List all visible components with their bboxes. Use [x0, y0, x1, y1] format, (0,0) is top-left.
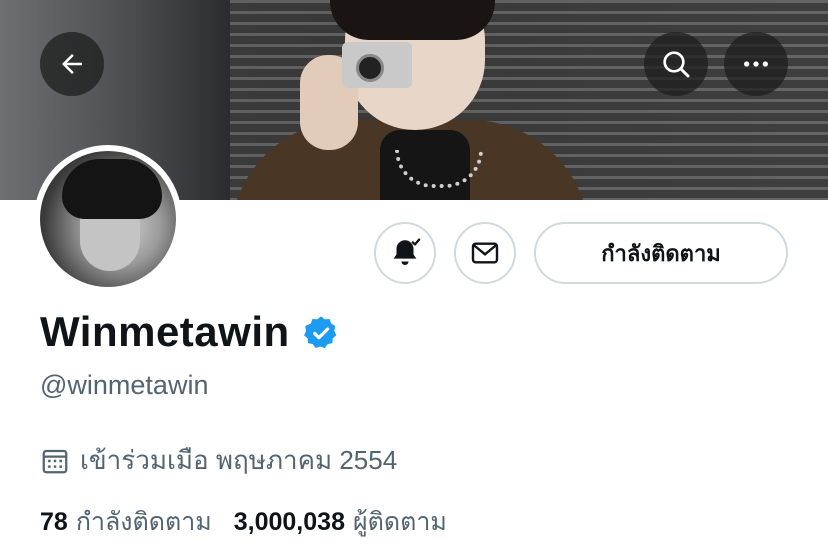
more-horizontal-icon	[744, 61, 768, 67]
avatar[interactable]	[34, 145, 182, 293]
bell-check-icon	[393, 238, 421, 266]
following-button[interactable]: กำลังติดตาม	[534, 222, 788, 284]
banner-person-hair	[330, 0, 495, 40]
search-icon	[663, 51, 690, 78]
calendar-icon	[42, 449, 68, 473]
arrow-left-icon	[62, 54, 82, 74]
following-count: 78	[40, 508, 68, 536]
joined-date: เข้าร่วมเมือ พฤษภาคม 2554	[40, 440, 397, 481]
search-button[interactable]	[644, 32, 708, 96]
display-name-row: Winmetawin	[40, 308, 340, 356]
display-name: Winmetawin	[40, 308, 290, 355]
verified-badge-icon	[303, 316, 336, 349]
banner-camera-lens	[356, 54, 384, 82]
following-link[interactable]: 78 กำลังติดตาม	[40, 502, 212, 542]
followers-link[interactable]: 3,000,038 ผู้ติดตาม	[234, 502, 447, 542]
message-button[interactable]	[454, 222, 516, 284]
followers-label: ผู้ติดตาม	[352, 508, 447, 536]
more-options-button[interactable]	[724, 32, 788, 96]
notifications-button[interactable]	[374, 222, 436, 284]
following-label: กำลังติดตาม	[75, 508, 212, 536]
follow-stats: 78 กำลังติดตาม 3,000,038 ผู้ติดตาม	[40, 502, 447, 542]
back-button[interactable]	[40, 32, 104, 96]
user-handle: @winmetawin	[40, 370, 209, 400]
avatar-image	[40, 151, 176, 287]
followers-count: 3,000,038	[233, 508, 345, 536]
avatar-hair	[62, 159, 162, 219]
mail-icon	[471, 242, 499, 264]
joined-text: เข้าร่วมเมือ พฤษภาคม 2554	[80, 445, 398, 475]
